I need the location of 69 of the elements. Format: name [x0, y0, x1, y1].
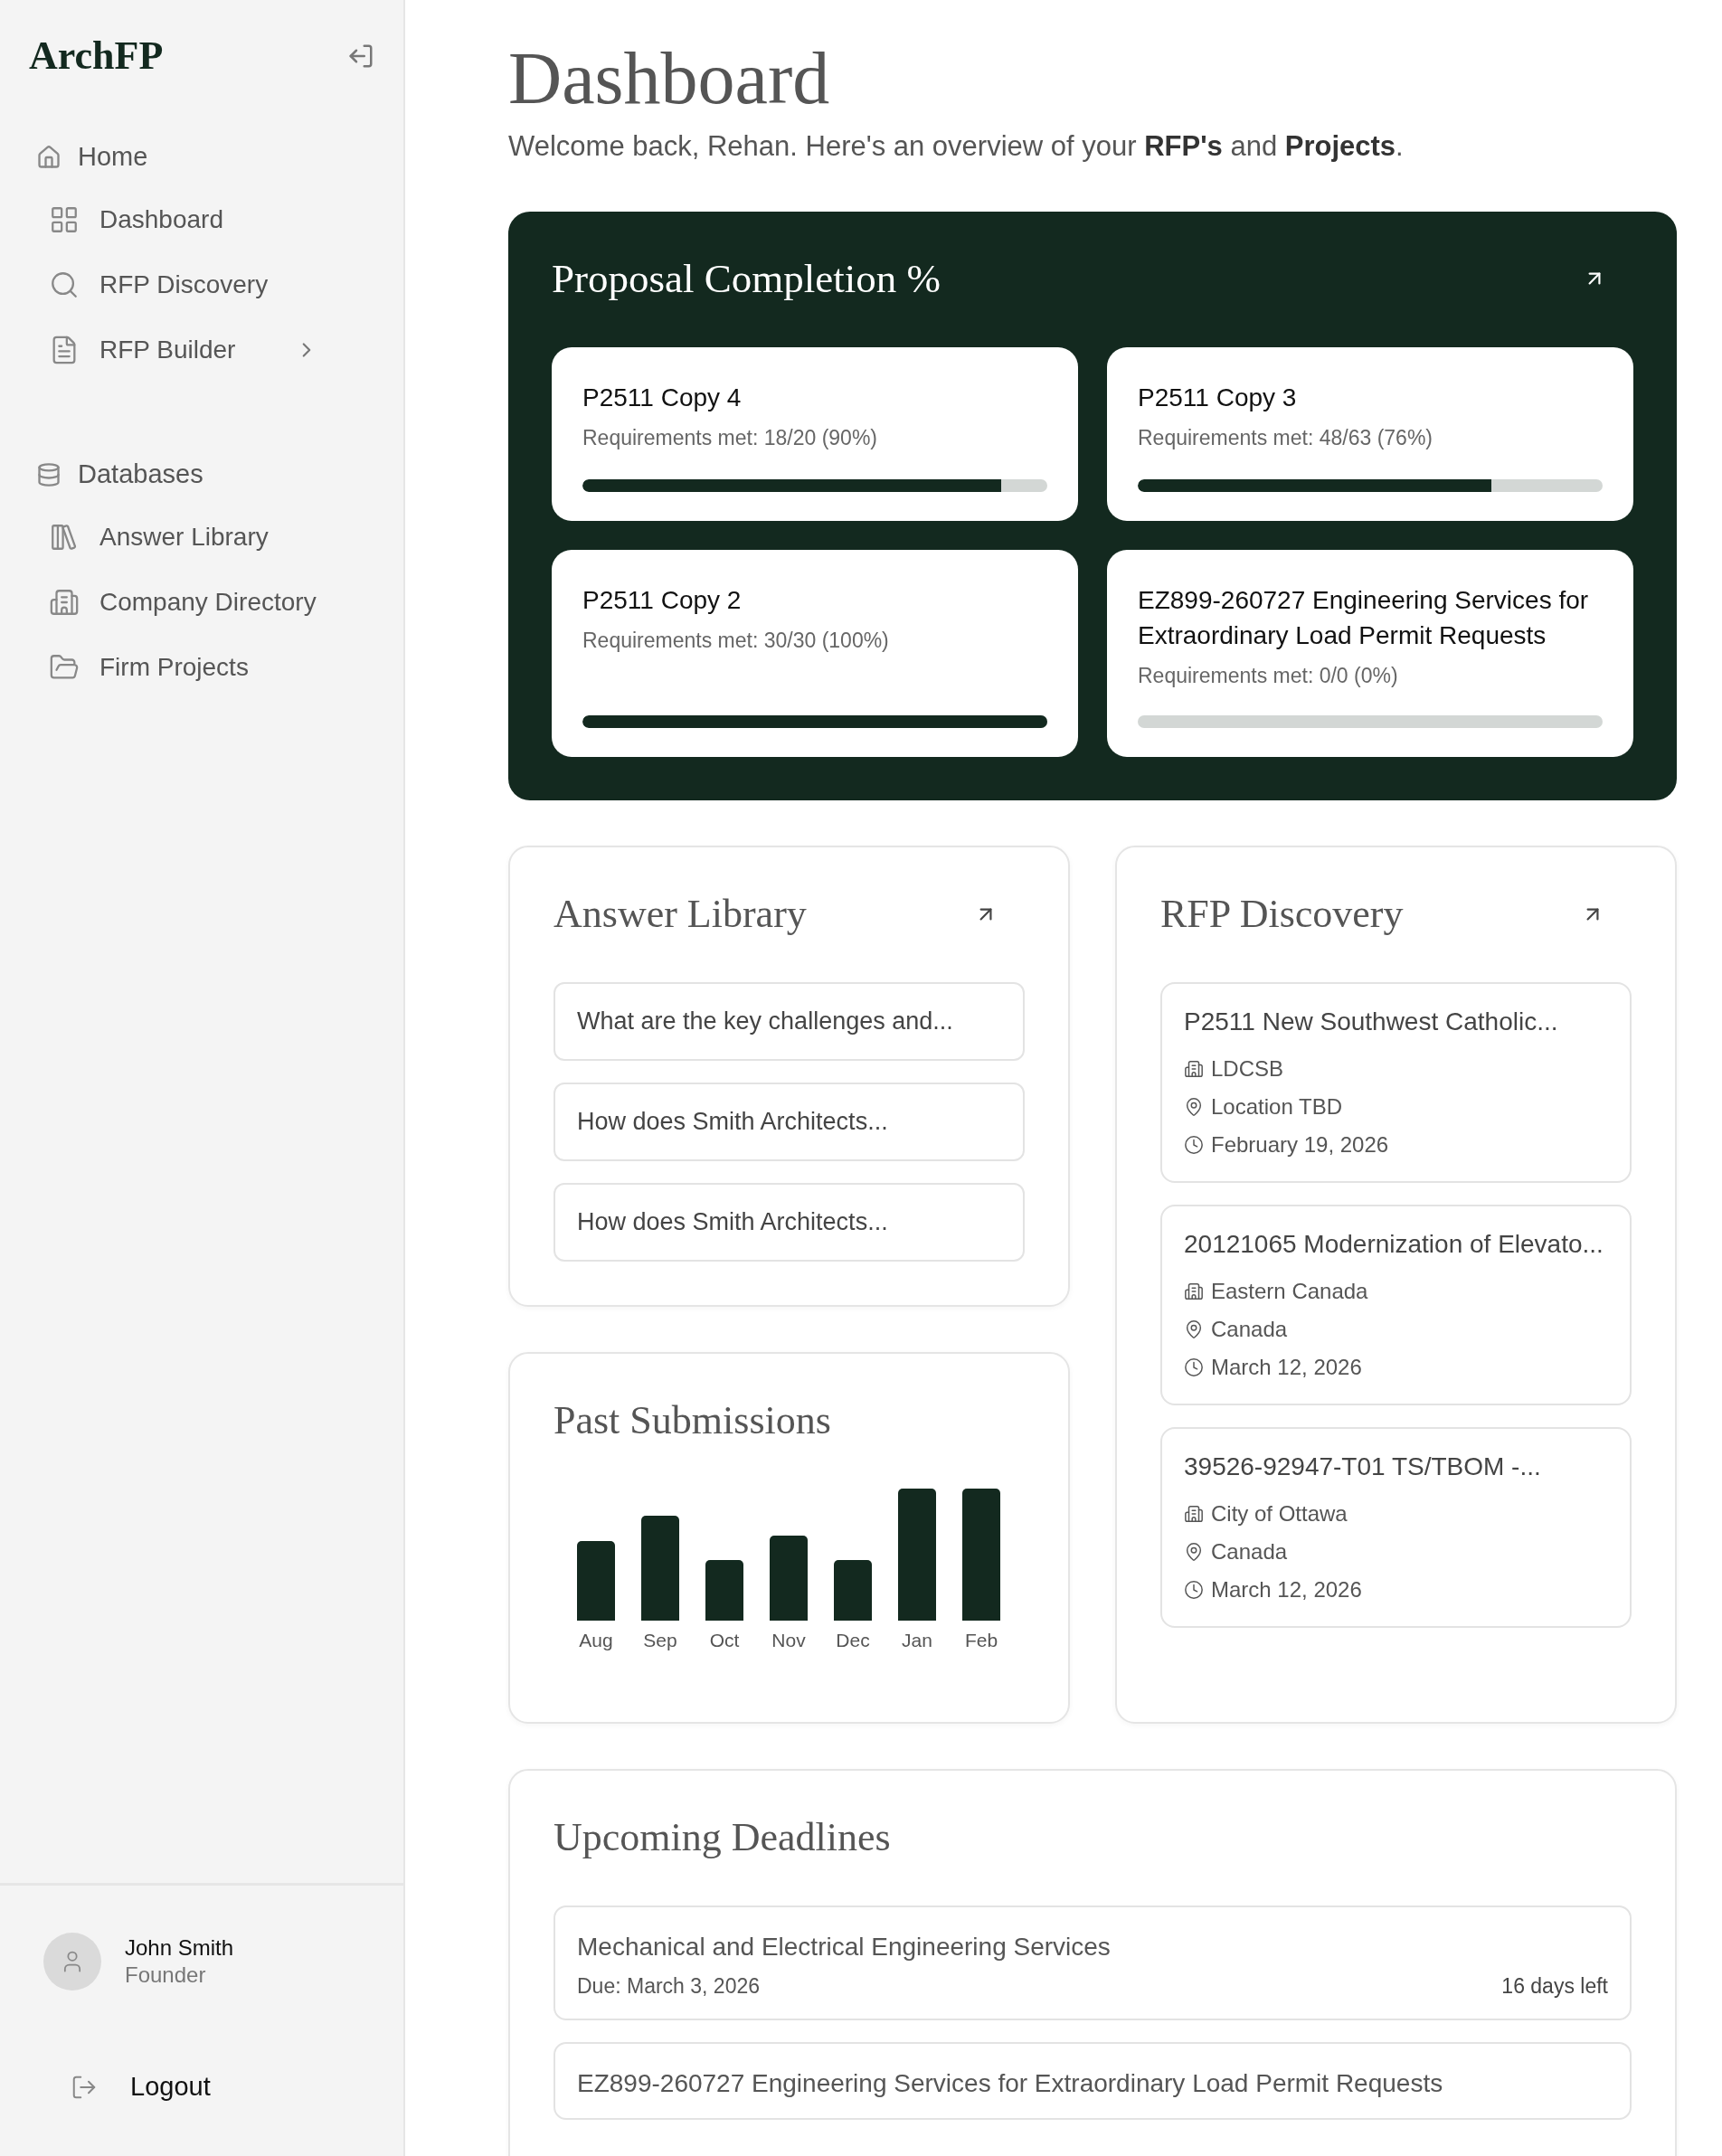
requirements-text: Requirements met: 0/0 (0%) [1138, 664, 1399, 689]
card-title: Answer Library [554, 891, 807, 938]
deadline-title: Mechanical and Electrical Engineering Services [577, 1933, 1112, 1962]
building-icon [1184, 1281, 1204, 1302]
month-label: Dec [836, 1630, 870, 1652]
month-label: Jan [902, 1630, 932, 1652]
date-text: March 12, 2026 [1211, 1577, 1362, 1603]
user-role: Founder [125, 1962, 207, 1988]
location-text: Canada [1211, 1539, 1288, 1565]
nav-item[interactable]: RFP Discovery [29, 257, 336, 313]
building-icon [1184, 1059, 1204, 1080]
clock-icon [1184, 1357, 1204, 1378]
requirements-text: Requirements met: 30/30 (100%) [582, 629, 890, 654]
rfp-item[interactable]: 20121065 Modernization of Elevato... Eastern Canada Canada March 12, 2026 [1160, 1205, 1632, 1406]
database-icon [36, 461, 62, 487]
map-pin-icon [1184, 1319, 1204, 1340]
building-icon [49, 587, 80, 618]
days-left: 16 days left [1501, 1974, 1608, 2000]
map-pin-icon [1184, 1542, 1204, 1563]
card-title: RFP Discovery [1160, 891, 1404, 938]
rfp-item[interactable]: P2511 New Southwest Catholic... LDCSB Location TBD February 19, 2026 [1160, 982, 1632, 1184]
house-icon [36, 144, 62, 170]
search-icon [49, 270, 80, 300]
question-item[interactable]: How does Smith Architects... [554, 1083, 1025, 1162]
location-text: Location TBD [1211, 1094, 1342, 1121]
nav-item[interactable]: RFP Builder [29, 322, 336, 378]
section-label: Home [78, 142, 148, 172]
clock-icon [1184, 1580, 1204, 1601]
proposal-name: P2511 Copy 4 [582, 383, 743, 413]
organization-text: City of Ottawa [1211, 1501, 1348, 1527]
deadline-title: EZ899-260727 Engineering Services for Extraordinary Load Permit Requests [577, 2069, 1444, 2099]
date-text: March 12, 2026 [1211, 1355, 1362, 1381]
month-label: Sep [643, 1630, 677, 1652]
clock-icon [1184, 1135, 1204, 1156]
logo: ArchFP [29, 33, 164, 79]
question-item[interactable]: How does Smith Architects... [554, 1183, 1025, 1262]
rfp-item[interactable]: 39526-92947-T01 TS/TBOM -... City of Ottawa Canada March 12, 2026 [1160, 1427, 1632, 1629]
requirements-text: Requirements met: 48/63 (76%) [1138, 426, 1433, 451]
card-title: Past Submissions [554, 1397, 832, 1444]
nav-item[interactable]: Company Directory [29, 574, 336, 630]
requirements-text: Requirements met: 18/20 (90%) [582, 426, 878, 451]
proposal-name: P2511 Copy 3 [1138, 383, 1298, 413]
question-item[interactable]: What are the key challenges and... [554, 982, 1025, 1062]
organization-text: LDCSB [1211, 1056, 1284, 1083]
bar [705, 1560, 743, 1622]
month-label: Oct [709, 1630, 740, 1652]
building-icon [1184, 1504, 1204, 1525]
logout-button[interactable]: Logout [43, 2072, 211, 2102]
page-title: Dashboard [508, 36, 831, 121]
organization-text: Eastern Canada [1211, 1279, 1368, 1305]
proposal-name: P2511 Copy 2 [582, 585, 743, 616]
month-label: Nov [771, 1630, 806, 1652]
date-text: February 19, 2026 [1211, 1132, 1389, 1158]
welcome-text: Welcome back, Rehan. Here's an overview of your RFP's and Projects. [508, 130, 1405, 163]
nav-item[interactable]: Dashboard [29, 192, 336, 248]
location-text: Canada [1211, 1317, 1288, 1343]
nav-item[interactable]: Answer Library [29, 509, 336, 565]
user-name: John Smith [125, 1935, 234, 1961]
bar [834, 1560, 872, 1622]
map-pin-icon [1184, 1097, 1204, 1118]
proposal-name: EZ899-260727 Engineering Services for Extraordinary Load Permit Requests [1138, 585, 1590, 652]
month-label: Feb [964, 1630, 998, 1652]
card-title: Upcoming Deadlines [554, 1814, 891, 1861]
panel-title: Proposal Completion % [552, 255, 941, 302]
section-label: Databases [78, 459, 203, 489]
nav-item[interactable]: Firm Projects [29, 639, 336, 695]
month-label: Aug [579, 1630, 613, 1652]
dashboard-grid-icon [49, 204, 80, 235]
due-date: Due: March 3, 2026 [577, 1974, 760, 2000]
